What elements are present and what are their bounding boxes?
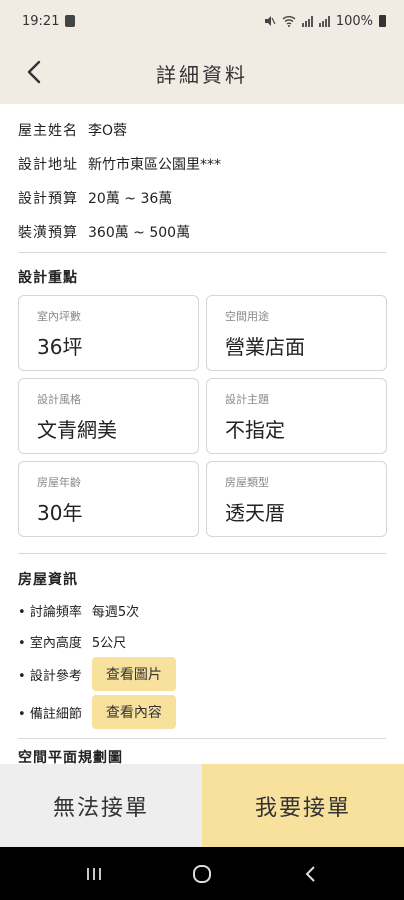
card-key: 室內坪數	[37, 310, 81, 323]
card-value: 文青網美	[37, 418, 117, 442]
info-value: 李O蓉	[88, 123, 128, 139]
section-title-floor-plan: 空間平面規劃圖	[18, 750, 123, 764]
card-value: 不指定	[225, 418, 285, 442]
house-item-frequency: 討論頻率 每週5次	[18, 601, 139, 620]
house-item-notes: 備註細節 查看內容	[18, 695, 176, 729]
home-icon	[193, 864, 211, 883]
wifi-icon	[282, 16, 296, 27]
divider	[18, 553, 386, 554]
section-title-design-focus: 設計重點	[18, 270, 78, 286]
card-house-age: 房屋年齡 30年	[18, 461, 199, 537]
info-label: 屋主姓名	[18, 123, 78, 139]
info-row-address: 設計地址 新竹市東區公園里***	[18, 154, 221, 174]
status-time: 19:21	[22, 13, 60, 29]
card-house-type: 房屋類型 透天厝	[206, 461, 387, 537]
house-item-label: 室內高度	[18, 632, 82, 651]
recent-apps-button[interactable]	[74, 854, 114, 894]
divider	[18, 738, 386, 739]
mute-icon	[264, 16, 276, 26]
sim-card-icon	[65, 15, 76, 27]
view-content-button[interactable]: 查看內容	[91, 695, 176, 729]
card-value: 36坪	[37, 335, 83, 359]
info-value: 新竹市東區公園里***	[88, 157, 221, 173]
card-key: 房屋年齡	[37, 476, 81, 489]
view-images-button[interactable]: 查看圖片	[91, 657, 176, 691]
battery-icon	[379, 15, 386, 27]
info-row-owner: 屋主姓名 李O蓉	[18, 120, 127, 140]
card-space-usage: 空間用途 營業店面	[206, 295, 387, 371]
house-item-label: 備註細節	[18, 703, 82, 722]
system-nav-bar	[0, 847, 404, 900]
info-value: 360萬 ~ 500萬	[88, 225, 191, 241]
card-value: 透天厝	[225, 501, 285, 525]
card-value: 30年	[37, 501, 83, 525]
info-row-renovation-budget: 裝潢預算 360萬 ~ 500萬	[18, 222, 190, 242]
card-key: 空間用途	[225, 310, 269, 323]
info-label: 設計地址	[18, 157, 78, 173]
house-item-height: 室內高度 5公尺	[18, 632, 126, 651]
battery-percent: 100%	[335, 13, 373, 29]
house-item-label: 設計參考	[18, 665, 82, 684]
divider	[18, 252, 386, 253]
signal-icon	[301, 15, 313, 27]
back-button[interactable]	[18, 54, 50, 90]
app-bar: 詳細資料	[0, 42, 404, 104]
card-value: 營業店面	[225, 335, 305, 359]
chevron-left-icon	[27, 60, 41, 84]
bottom-action-bar: 無法接單 我要接單	[0, 764, 404, 847]
info-label: 裝潢預算	[18, 225, 78, 241]
info-value: 20萬 ~ 36萬	[88, 191, 173, 207]
card-key: 房屋類型	[225, 476, 269, 489]
detail-content[interactable]: 屋主姓名 李O蓉 設計地址 新竹市東區公園里*** 設計預算 20萬 ~ 36萬…	[0, 104, 404, 764]
accept-order-button[interactable]: 我要接單	[202, 764, 404, 847]
card-key: 設計風格	[37, 393, 81, 406]
info-label: 設計預算	[18, 191, 78, 207]
signal-2-icon	[318, 15, 330, 27]
section-title-house-info: 房屋資訊	[18, 572, 78, 588]
card-design-style: 設計風格 文青網美	[18, 378, 199, 454]
card-key: 設計主題	[225, 393, 269, 406]
system-back-button[interactable]	[290, 854, 330, 894]
info-row-design-budget: 設計預算 20萬 ~ 36萬	[18, 188, 172, 208]
house-item-reference: 設計參考 查看圖片	[18, 657, 176, 691]
house-item-value: 每週5次	[91, 605, 140, 620]
card-indoor-area: 室內坪數 36坪	[18, 295, 199, 371]
page-title: 詳細資料	[156, 62, 248, 87]
home-button[interactable]	[182, 854, 222, 894]
house-item-label: 討論頻率	[18, 601, 82, 620]
house-item-value: 5公尺	[91, 636, 127, 651]
recent-apps-icon	[87, 867, 101, 880]
reject-order-button[interactable]: 無法接單	[0, 764, 202, 847]
back-arrow-icon	[305, 865, 315, 882]
status-bar: 19:21 100%	[0, 0, 404, 42]
card-design-theme: 設計主題 不指定	[206, 378, 387, 454]
